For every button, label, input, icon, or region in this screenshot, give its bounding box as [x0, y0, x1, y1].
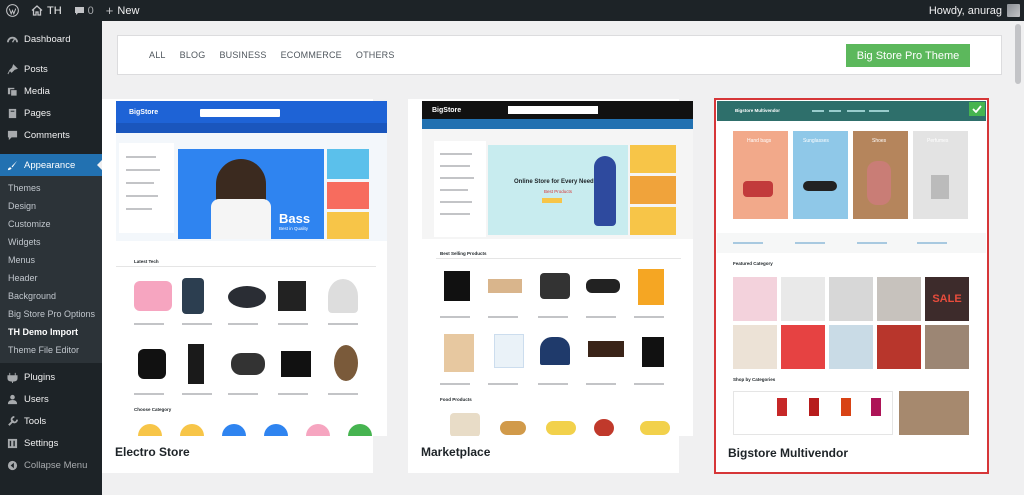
demo-card-bigstore-multivendor[interactable]: Bigstore Multivendor Hand bags Sunglasse… — [714, 98, 989, 474]
site-name-link[interactable]: TH — [25, 0, 68, 21]
home-icon — [31, 5, 43, 16]
collapse-icon — [6, 459, 18, 471]
thumb-cat-0: Hand bags — [747, 138, 772, 144]
dashboard-icon — [6, 33, 18, 45]
sidebar-item-comments[interactable]: Comments — [0, 124, 102, 146]
sidebar-item-label: Pages — [24, 107, 51, 119]
thumb-logo: BigStore — [129, 109, 159, 116]
thumb-section-latest: Latest Tech — [134, 259, 159, 264]
thumb-hero-sub: Best in Quality — [279, 226, 309, 231]
comments-count: 0 — [87, 4, 94, 17]
sidebar-item-label: Media — [24, 85, 50, 97]
admin-sidebar: Dashboard Posts Media Pages Comments App… — [0, 21, 102, 495]
sidebar-item-label: Posts — [24, 63, 48, 75]
wrench-icon — [6, 415, 18, 427]
sidebar-item-label: Collapse Menu — [24, 459, 88, 471]
sidebar-item-users[interactable]: Users — [0, 388, 102, 410]
submenu-item-big-store-pro-options[interactable]: Big Store Pro Options — [0, 305, 102, 323]
big-store-pro-theme-button[interactable]: Big Store Pro Theme — [846, 44, 970, 67]
filter-others[interactable]: OTHERS — [356, 50, 395, 60]
thumb-hero-title: Online Store for Every Need — [514, 179, 594, 185]
thumb-cat-3: Perfumes — [927, 138, 949, 144]
theme-filter-bar: ALL BLOG BUSINESS ECOMMERCE OTHERS Big S… — [117, 35, 1002, 75]
thumb-logo: Bigstore Multivendor — [735, 108, 781, 113]
sidebar-item-collapse[interactable]: Collapse Menu — [0, 454, 102, 476]
comments-link[interactable]: 0 — [68, 0, 100, 21]
demo-name: Marketplace — [421, 445, 491, 459]
filter-ecommerce[interactable]: ECOMMERCE — [281, 50, 342, 60]
sidebar-item-label: Dashboard — [24, 33, 71, 45]
new-content-link[interactable]: + New — [100, 0, 146, 21]
demo-card-marketplace[interactable]: BigStore Online Store for Every Need Bes… — [408, 99, 693, 473]
sidebar-item-tools[interactable]: Tools — [0, 410, 102, 432]
thumb-cat-1: Sunglasses — [803, 138, 829, 144]
submenu-item-themes[interactable]: Themes — [0, 179, 102, 197]
demo-thumbnail-marketplace[interactable]: BigStore Online Store for Every Need Bes… — [422, 101, 693, 436]
page-scrollbar[interactable] — [1012, 21, 1024, 495]
pages-icon — [6, 107, 18, 119]
wordpress-logo-icon[interactable] — [0, 0, 25, 21]
submenu-item-menus[interactable]: Menus — [0, 251, 102, 269]
site-name-label: TH — [47, 4, 62, 17]
demo-thumbnail-bigstore-multivendor[interactable]: Bigstore Multivendor Hand bags Sunglasse… — [717, 101, 986, 435]
sidebar-item-label: Users — [24, 393, 49, 405]
plugin-icon — [6, 371, 18, 383]
sidebar-item-label: Comments — [24, 129, 70, 141]
demo-name: Bigstore Multivendor — [728, 446, 849, 460]
main-content: ALL BLOG BUSINESS ECOMMERCE OTHERS Big S… — [102, 21, 1012, 495]
user-icon — [6, 393, 18, 405]
media-icon — [6, 85, 18, 97]
admin-bar: TH 0 + New Howdy, anurag — [0, 0, 1024, 21]
filter-blog[interactable]: BLOG — [180, 50, 206, 60]
demo-card-electro-store[interactable]: BigStore Bass Best in Quality Latest Tec… — [102, 99, 387, 473]
sidebar-item-media[interactable]: Media — [0, 80, 102, 102]
comment-icon — [6, 129, 18, 141]
thumb-hero-sub: Best Products — [544, 189, 573, 194]
new-label: New — [117, 4, 140, 17]
thumb-sale-text: SALE — [932, 293, 962, 305]
sidebar-item-label: Appearance — [24, 159, 76, 171]
sidebar-item-label: Plugins — [24, 371, 56, 383]
greeting-text: Howdy, anurag — [928, 4, 1002, 17]
sidebar-item-plugins[interactable]: Plugins — [0, 366, 102, 388]
demo-name: Electro Store — [115, 445, 190, 459]
thumb-cat-2: Shoes — [872, 138, 887, 144]
thumb-hero-title: Bass — [279, 211, 311, 226]
sidebar-item-posts[interactable]: Posts — [0, 58, 102, 80]
sidebar-item-settings[interactable]: Settings — [0, 432, 102, 454]
submenu-item-th-demo-import[interactable]: TH Demo Import — [0, 323, 102, 341]
thumb-logo: BigStore — [432, 107, 462, 114]
brush-icon — [6, 159, 18, 171]
sidebar-item-appearance[interactable]: Appearance — [0, 154, 102, 176]
settings-icon — [6, 437, 18, 449]
filter-business[interactable]: BUSINESS — [219, 50, 266, 60]
submenu-item-header[interactable]: Header — [0, 269, 102, 287]
thumb-section-shop-by-categories: Shop by Categories — [733, 377, 776, 382]
pin-icon — [6, 63, 18, 75]
avatar — [1007, 4, 1020, 17]
sidebar-item-dashboard[interactable]: Dashboard — [0, 28, 102, 50]
demo-thumbnail-electro-store[interactable]: BigStore Bass Best in Quality Latest Tec… — [116, 101, 387, 436]
thumb-section-category: Choose Category — [134, 407, 172, 412]
comment-bubble-icon — [74, 6, 85, 16]
selected-check-icon — [969, 102, 985, 116]
submenu-item-theme-file-editor[interactable]: Theme File Editor — [0, 341, 102, 359]
account-menu[interactable]: Howdy, anurag — [929, 4, 1024, 17]
submenu-item-background[interactable]: Background — [0, 287, 102, 305]
thumb-section-best-selling: Best Selling Products — [440, 251, 487, 256]
sidebar-item-label: Tools — [24, 415, 47, 427]
sidebar-item-pages[interactable]: Pages — [0, 102, 102, 124]
submenu-item-widgets[interactable]: Widgets — [0, 233, 102, 251]
thumb-section-food: Food Products — [440, 397, 472, 402]
appearance-submenu: Themes Design Customize Widgets Menus He… — [0, 176, 102, 363]
filter-all[interactable]: ALL — [149, 50, 166, 60]
thumb-section-featured: Featured Category — [733, 261, 773, 266]
plus-icon: + — [105, 3, 114, 18]
sidebar-item-label: Settings — [24, 437, 59, 449]
submenu-item-customize[interactable]: Customize — [0, 215, 102, 233]
submenu-item-design[interactable]: Design — [0, 197, 102, 215]
